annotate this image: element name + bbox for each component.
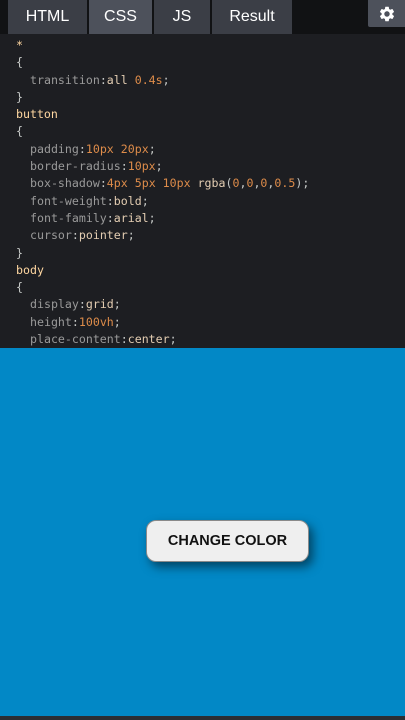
css-value: all (106, 72, 135, 87)
code-line: } (0, 89, 405, 106)
css-value: grid (85, 297, 114, 312)
css-value: arial (113, 210, 149, 225)
semicolon: ; (148, 210, 156, 225)
colon: : (120, 332, 128, 347)
css-number: 10px (162, 176, 191, 191)
css-selector: button (16, 107, 58, 122)
tab-js[interactable]: JS (154, 0, 210, 34)
code-line: font-weight:bold; (0, 193, 405, 210)
code-line: height:100vh; (0, 314, 405, 331)
codepen-mobile-view: HTML CSS JS Result * { transition:all 0.… (0, 0, 405, 720)
semicolon: ; (113, 297, 121, 312)
semicolon: ; (113, 314, 121, 329)
close-brace: } (16, 89, 23, 104)
colon: : (106, 193, 114, 208)
code-line: box-shadow:4px 5px 10px rgba(0,0,0,0.5); (0, 175, 405, 192)
code-line: { (0, 123, 405, 140)
css-number: 5px (134, 176, 156, 191)
css-property: height (30, 314, 72, 329)
open-brace: { (16, 55, 23, 70)
code-line: { (0, 279, 405, 296)
css-property: box-shadow (30, 176, 100, 191)
open-brace: { (16, 124, 23, 139)
code-line: font-family:arial; (0, 210, 405, 227)
tab-result[interactable]: Result (212, 0, 292, 34)
css-property: font-weight (30, 193, 107, 208)
css-property: padding (30, 141, 79, 156)
code-line: } (0, 245, 405, 262)
result-preview: CHANGE COLOR (0, 348, 405, 716)
semicolon: ; (155, 159, 163, 174)
css-number: 10px (127, 159, 156, 174)
css-number: 0.5 (274, 176, 296, 191)
css-number: 10px (85, 141, 114, 156)
css-property: place-content (30, 332, 121, 347)
colon: : (71, 314, 79, 329)
css-number: 0.4s (134, 72, 163, 87)
css-value: center (127, 332, 170, 347)
css-value: bold (113, 193, 142, 208)
code-line: body (0, 262, 405, 279)
change-color-button[interactable]: CHANGE COLOR (146, 520, 309, 562)
semicolon: ; (141, 193, 149, 208)
editor-tab-bar: HTML CSS JS Result (0, 0, 405, 34)
css-selector: body (16, 262, 44, 277)
css-value: pointer (78, 228, 128, 243)
colon: : (78, 297, 86, 312)
code-line: { (0, 54, 405, 71)
code-line: place-content:center; (0, 331, 405, 348)
css-property: transition (30, 72, 100, 87)
code-line: button (0, 106, 405, 123)
semicolon: ; (302, 176, 310, 191)
code-line: border-radius:10px; (0, 158, 405, 175)
colon: : (99, 72, 107, 87)
css-code-editor[interactable]: * { transition:all 0.4s; } button { padd… (0, 34, 405, 348)
css-property: display (30, 297, 79, 312)
semicolon: ; (162, 72, 170, 87)
tab-html[interactable]: HTML (8, 0, 87, 34)
css-number: 100vh (78, 314, 114, 329)
css-number: 20px (120, 141, 149, 156)
code-line: * (0, 37, 405, 54)
close-brace: } (16, 245, 23, 260)
code-line: transition:all 0.4s; (0, 72, 405, 89)
css-selector: * (16, 38, 23, 52)
css-property: cursor (30, 228, 72, 243)
settings-button[interactable] (368, 0, 405, 27)
gear-icon (379, 6, 394, 21)
colon: : (99, 176, 107, 191)
semicolon: ; (127, 228, 135, 243)
code-line: padding:10px 20px; (0, 141, 405, 158)
open-brace: { (16, 280, 23, 295)
colon: : (120, 159, 128, 174)
semicolon: ; (169, 332, 177, 347)
colon: : (71, 228, 79, 243)
bottom-divider (0, 716, 405, 720)
code-line: display:grid; (0, 296, 405, 313)
css-property: border-radius (30, 159, 121, 174)
semicolon: ; (148, 141, 156, 156)
tab-css[interactable]: CSS (89, 0, 152, 34)
css-property: font-family (30, 210, 107, 225)
colon: : (78, 141, 86, 156)
css-function: rgba (197, 176, 226, 191)
colon: : (106, 210, 114, 225)
code-line: cursor:pointer; (0, 227, 405, 244)
css-number: 4px (106, 176, 128, 191)
